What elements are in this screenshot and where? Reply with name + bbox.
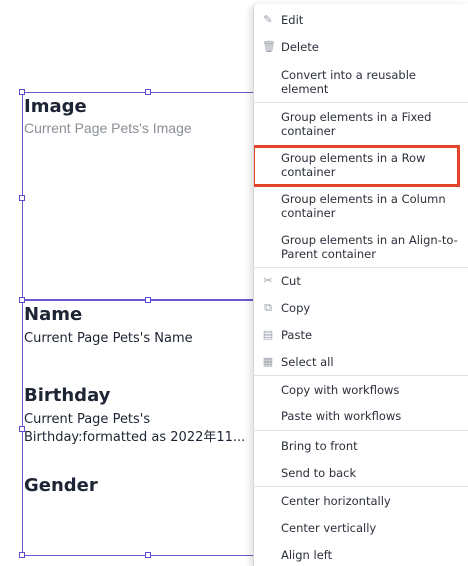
- menu-divider: [254, 267, 468, 268]
- copy-icon: ⧉: [264, 301, 272, 314]
- menu-item-label: Center horizontally: [281, 494, 391, 508]
- birthday-field-value-line2: Birthday:formatted as 2022年11...: [24, 430, 246, 445]
- menu-item-convert-reusable[interactable]: Convert into a reusable element: [254, 68, 468, 96]
- menu-item-label: container: [281, 206, 336, 220]
- menu-item-paste-workflows[interactable]: Paste with workflows: [254, 409, 468, 423]
- menu-item-align-left[interactable]: Align left: [254, 548, 468, 562]
- menu-item-group-fixed[interactable]: Group elements in a Fixed container: [254, 110, 468, 138]
- resize-handle[interactable]: [145, 297, 151, 303]
- resize-handle[interactable]: [145, 552, 151, 558]
- menu-divider: [254, 430, 468, 431]
- menu-divider: [254, 486, 468, 487]
- menu-item-label: Paste with workflows: [281, 409, 402, 423]
- highlight-box: [254, 145, 460, 187]
- resize-handle[interactable]: [19, 297, 25, 303]
- menu-item-center-vertically[interactable]: Center vertically: [254, 521, 468, 535]
- menu-item-label: Convert into a reusable: [281, 68, 416, 82]
- gender-field-title: Gender: [24, 475, 98, 496]
- menu-item-select-all[interactable]: ▦ Select all: [254, 355, 468, 369]
- pencil-icon: ✎: [263, 13, 273, 26]
- menu-item-delete[interactable]: 🗑 Delete: [254, 40, 468, 54]
- menu-item-label: Center vertically: [281, 521, 377, 535]
- menu-item-group-align-parent[interactable]: Group elements in an Align-to- Parent co…: [254, 233, 468, 261]
- menu-item-label: Copy with workflows: [281, 383, 400, 397]
- menu-divider: [254, 375, 468, 376]
- trash-icon: 🗑: [262, 40, 276, 53]
- name-field-value: Current Page Pets's Name: [24, 331, 193, 346]
- resize-handle[interactable]: [19, 89, 25, 95]
- menu-item-bring-front[interactable]: Bring to front: [254, 439, 468, 453]
- menu-item-label: Parent container: [281, 247, 376, 261]
- paste-icon: ▤: [262, 328, 274, 341]
- menu-item-copy-workflows[interactable]: Copy with workflows: [254, 383, 468, 397]
- menu-item-label: Group elements in an Align-to-: [281, 233, 458, 247]
- menu-item-label: Group elements in a Column: [281, 192, 446, 206]
- menu-item-label: Group elements in a Fixed: [281, 110, 432, 124]
- menu-item-label: Select all: [281, 355, 334, 369]
- menu-item-label: Cut: [281, 274, 301, 288]
- menu-item-label: Align left: [281, 548, 333, 562]
- name-field-title: Name: [24, 304, 83, 325]
- menu-item-cut[interactable]: ✂ Cut: [254, 274, 468, 288]
- menu-item-label: container: [281, 124, 336, 138]
- image-field-title: Image: [24, 96, 87, 117]
- menu-item-group-column[interactable]: Group elements in a Column container: [254, 192, 468, 220]
- menu-item-copy[interactable]: ⧉ Copy: [254, 301, 468, 315]
- resize-handle[interactable]: [145, 89, 151, 95]
- menu-item-label: Copy: [281, 301, 311, 315]
- menu-item-label: Send to back: [281, 466, 357, 480]
- birthday-field-value-line1: Current Page Pets's: [24, 412, 151, 427]
- menu-divider: [254, 102, 468, 103]
- resize-handle[interactable]: [19, 552, 25, 558]
- menu-item-edit[interactable]: ✎ Edit: [254, 13, 468, 27]
- menu-item-label: Bring to front: [281, 439, 358, 453]
- resize-handle[interactable]: [19, 195, 25, 201]
- menu-item-label: Delete: [281, 40, 319, 54]
- menu-item-center-horizontally[interactable]: Center horizontally: [254, 494, 468, 508]
- menu-item-send-back[interactable]: Send to back: [254, 466, 468, 480]
- menu-item-label: element: [281, 82, 329, 96]
- grid-icon: ▦: [262, 355, 274, 368]
- birthday-field-title: Birthday: [24, 385, 111, 406]
- menu-item-label: Paste: [281, 328, 313, 342]
- scissors-icon: ✂: [263, 274, 273, 287]
- menu-item-paste[interactable]: ▤ Paste: [254, 328, 468, 342]
- menu-item-label: Edit: [281, 13, 304, 27]
- image-field-value: Current Page Pets's Image: [24, 120, 192, 136]
- context-menu: ✎ Edit 🗑 Delete Convert into a reusable …: [253, 4, 468, 566]
